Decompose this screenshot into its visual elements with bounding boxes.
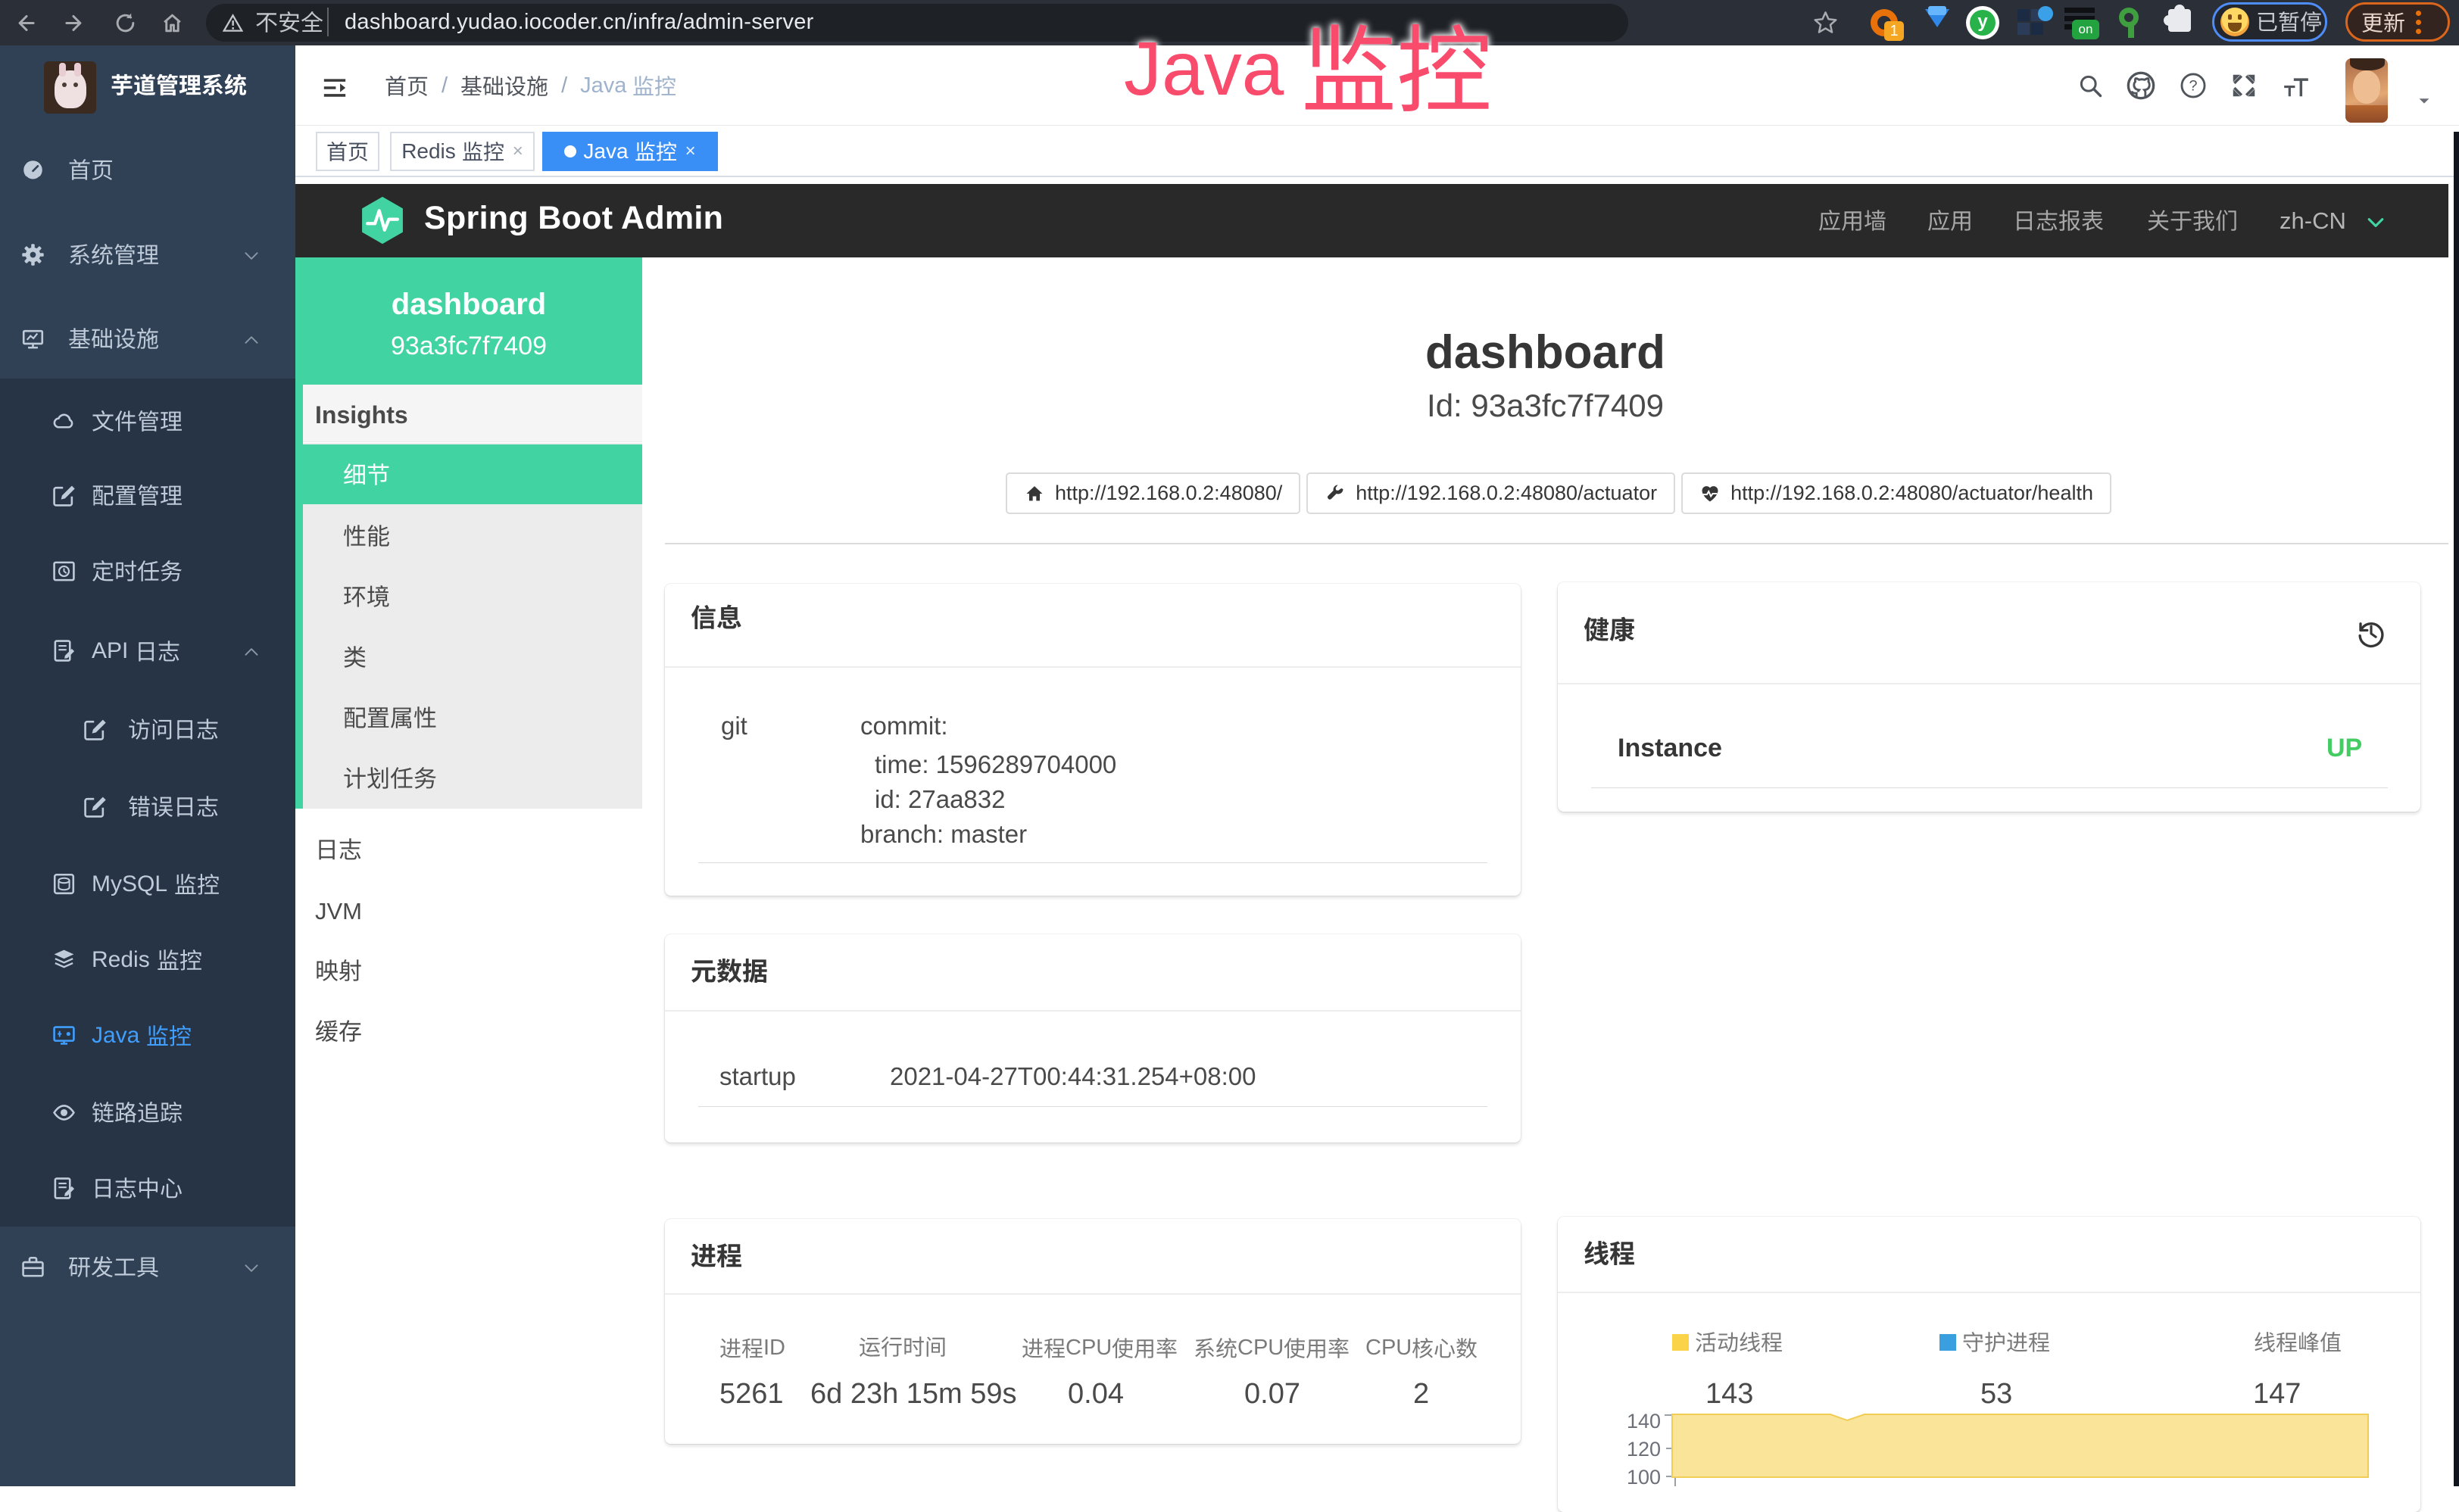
svg-text:140: 140 — [1627, 1412, 1661, 1433]
svg-text:120: 120 — [1627, 1438, 1661, 1461]
svg-text:100: 100 — [1627, 1466, 1661, 1486]
svg-text:?: ? — [2189, 77, 2197, 94]
